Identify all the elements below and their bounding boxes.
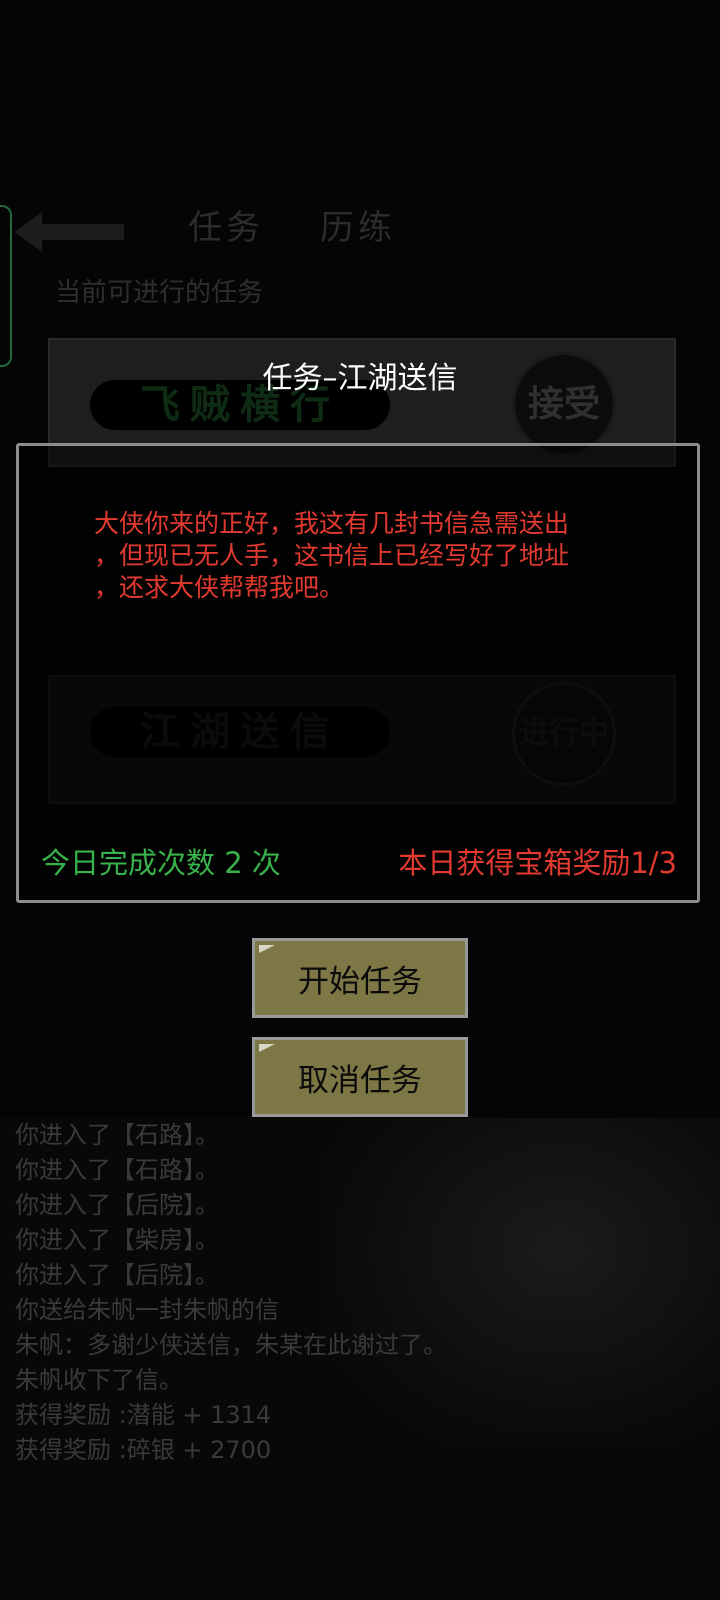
log-line: 获得奖励 :碎银 + 2700: [15, 1436, 272, 1464]
side-drawer-tab[interactable]: [0, 205, 12, 367]
log-line: 你进入了【石路】。: [15, 1121, 219, 1149]
back-arrow-icon[interactable]: [14, 210, 124, 254]
log-line: 朱帆收下了信。: [15, 1366, 183, 1394]
reward-progress: 本日获得宝箱奖励1/3: [398, 846, 677, 880]
cancel-task-button[interactable]: 取消任务: [252, 1037, 468, 1117]
dialog-message: 大侠你来的正好，我这有几封书信急需送出 ，但现已无人手，这书信上已经写好了地址 …: [94, 509, 570, 602]
log-line: 你进入了【石路】。: [15, 1156, 219, 1184]
log-line: 朱帆：多谢少侠送信，朱某在此谢过了。: [15, 1331, 447, 1359]
start-task-label: 开始任务: [298, 963, 422, 1000]
task-dialog: 大侠你来的正好，我这有几封书信急需送出 ，但现已无人手，这书信上已经写好了地址 …: [16, 443, 700, 903]
log-line: 你进入了【柴房】。: [15, 1226, 219, 1254]
tab-tasks[interactable]: 任务: [188, 200, 264, 249]
log-line: 你进入了【后院】。: [15, 1261, 219, 1289]
start-task-button[interactable]: 开始任务: [252, 938, 468, 1018]
log-line: 你进入了【后院】。: [15, 1191, 219, 1219]
section-label: 当前可进行的任务: [55, 278, 264, 308]
tab-training[interactable]: 历练: [320, 200, 396, 249]
log-line: 获得奖励 :潜能 + 1314: [15, 1401, 272, 1429]
completion-count: 今日完成次数 2 次: [41, 846, 281, 880]
cancel-task-label: 取消任务: [298, 1062, 422, 1099]
dialog-title: 任务–江湖送信: [262, 361, 458, 396]
log-line: 你送给朱帆一封朱帆的信: [15, 1296, 279, 1324]
message-log: 你进入了【石路】。 你进入了【石路】。 你进入了【后院】。 你进入了【柴房】。 …: [15, 1118, 705, 1468]
